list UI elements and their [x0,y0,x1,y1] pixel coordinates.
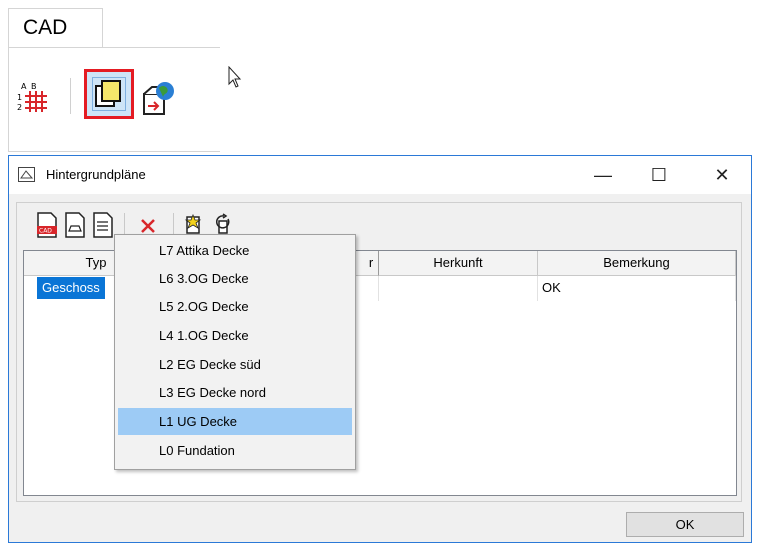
minimize-button[interactable]: — [580,156,626,194]
table-cell-herkunft[interactable] [379,276,538,301]
svg-text:2: 2 [17,103,22,112]
numbered-grid-icon: A B 1 2 [17,82,47,112]
menu-item[interactable]: L4 1.OG Decke [118,322,352,349]
dialog-title: Hintergrundpläne [46,167,146,182]
menu-item[interactable]: L3 EG Decke nord [118,379,352,406]
title-bar[interactable]: Hintergrundpläne — ☐ ✕ [9,156,751,194]
background-plans-button[interactable] [84,69,134,119]
column-header-bemerkung[interactable]: Bemerkung [538,251,736,276]
menu-item[interactable]: L5 2.OG Decke [118,293,352,320]
menu-item[interactable]: L7 Attika Decke [118,237,352,264]
document-lines-icon [93,212,113,238]
column-header-herkunft[interactable]: Herkunft [379,251,538,276]
menu-item[interactable]: L2 EG Decke süd [118,351,352,378]
maximize-button[interactable]: ☐ [636,156,682,194]
add-document-button[interactable] [63,211,87,239]
svg-text:A: A [21,82,27,91]
svg-text:1: 1 [17,93,22,102]
ribbon-separator [70,78,71,114]
typ-value: Geschoss [37,277,105,299]
svg-text:B: B [31,82,37,91]
background-plan-icon [92,77,126,111]
add-cad-plan-button[interactable]: CAD [35,211,59,239]
numbered-grid-button[interactable]: A B 1 2 [17,80,51,114]
toolbar-separator [173,213,174,235]
floor-dropdown-menu: L7 Attika Decke L6 3.OG Decke L5 2.OG De… [114,234,356,470]
menu-item-selected[interactable]: L1 UG Decke [118,408,352,435]
ok-button[interactable]: OK [626,512,744,537]
toolbar-separator [124,213,125,235]
globe-import-button[interactable] [138,78,178,118]
mouse-cursor-icon [228,65,244,90]
menu-item[interactable]: L6 3.OG Decke [118,265,352,292]
menu-item[interactable]: L0 Fundation [118,437,352,464]
tab-cad[interactable]: CAD [8,8,103,48]
dialog-app-icon [18,167,35,182]
cad-file-icon: CAD [37,212,57,238]
svg-text:CAD: CAD [39,228,52,235]
close-button[interactable]: ✕ [699,156,745,194]
add-list-document-button[interactable] [91,211,115,239]
document-icon [65,212,85,238]
column-header-tail: r [368,255,374,270]
globe-import-icon [143,82,174,115]
table-cell-bemerkung[interactable]: OK [538,276,736,301]
